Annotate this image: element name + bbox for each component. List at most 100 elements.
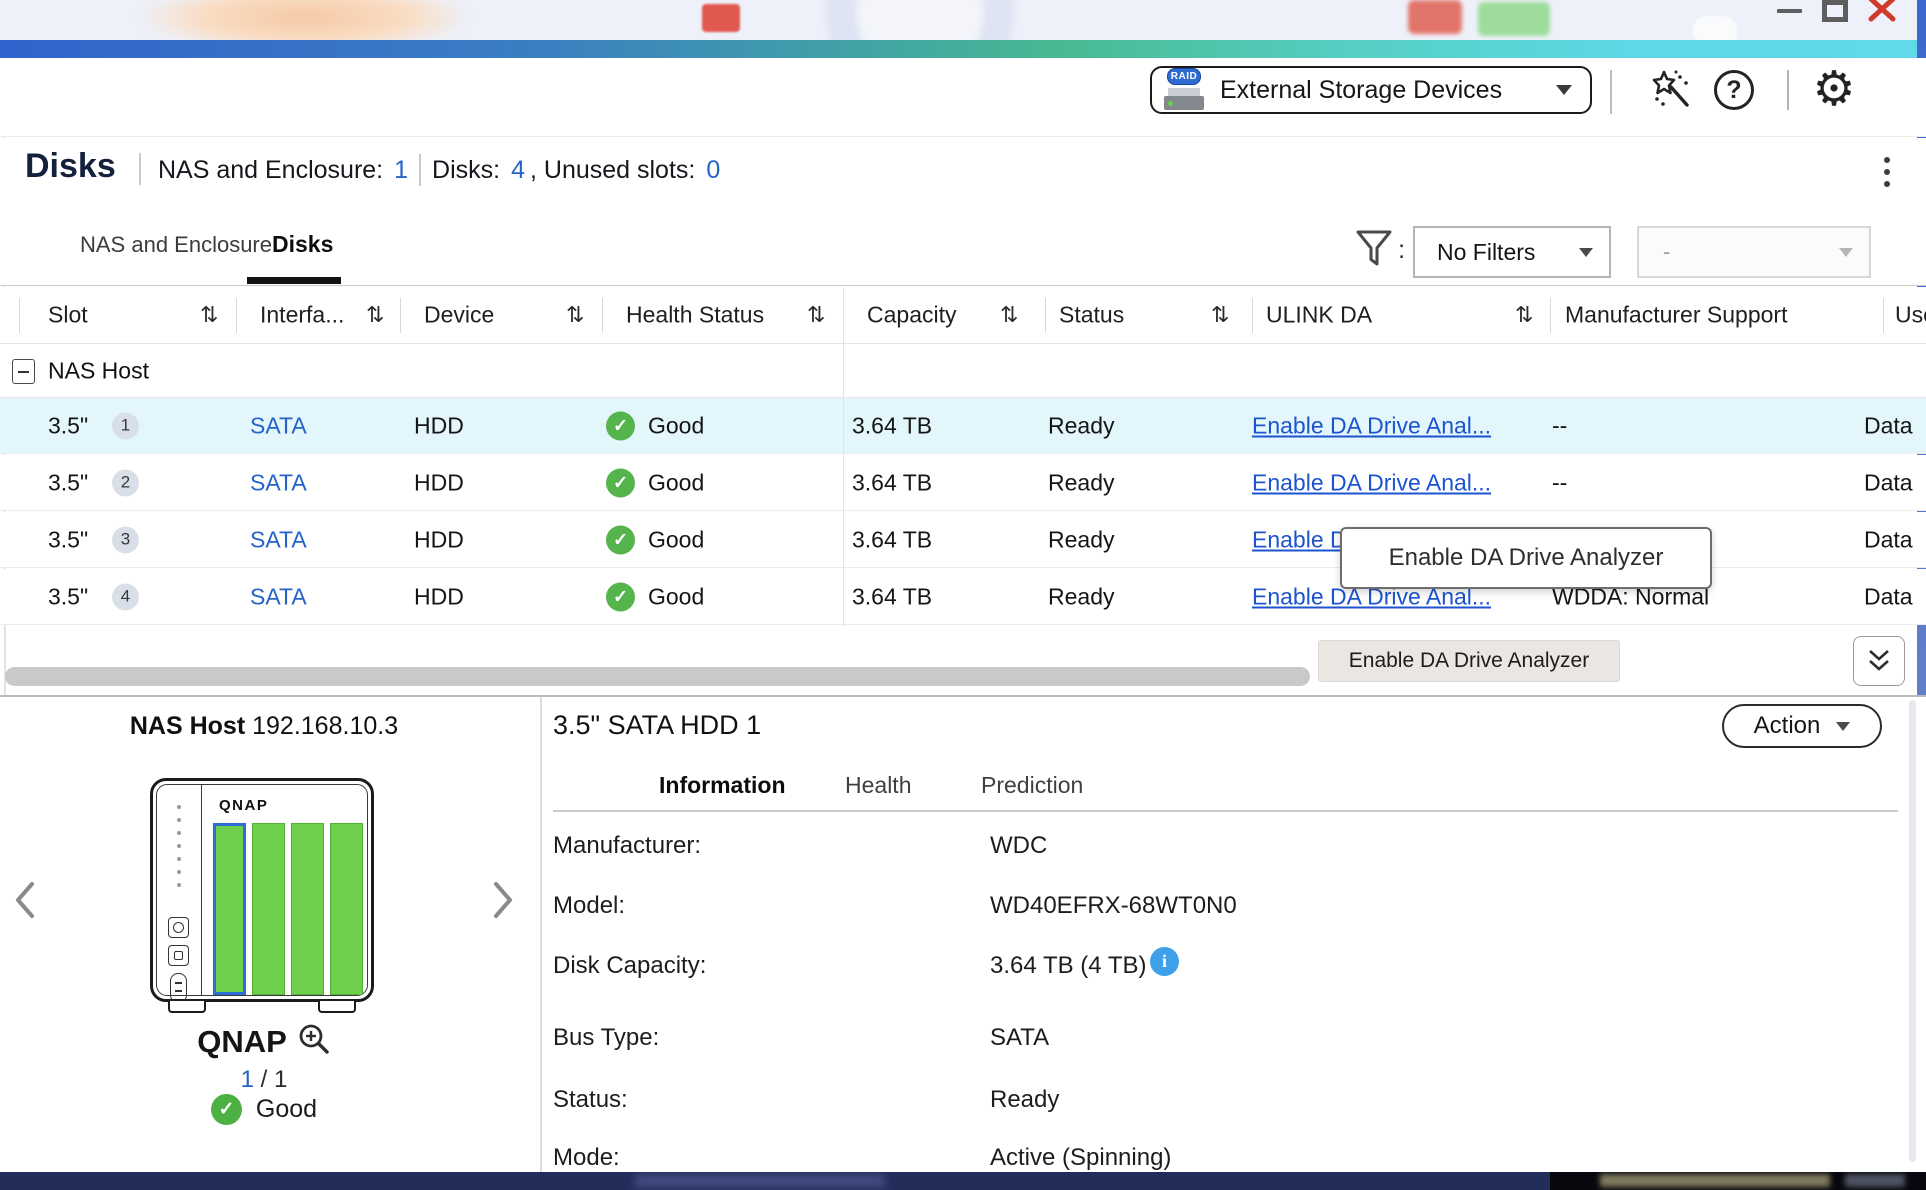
tab-nas-and-enclosure[interactable]: NAS and Enclosure (80, 232, 272, 258)
enclosure-status: ✓ Good (0, 1094, 528, 1125)
panel-vertical-divider (540, 697, 542, 1172)
drive-bay-1[interactable] (213, 823, 246, 995)
quick-setup-button[interactable] (1648, 66, 1696, 114)
slot-number-badge: 3 (112, 526, 139, 553)
drive-bay-4[interactable] (330, 823, 363, 995)
stat-disks-value[interactable]: 4 (511, 156, 525, 185)
device-cell: HDD (414, 583, 464, 610)
tab-information[interactable]: Information (659, 772, 786, 799)
field-value: WDC (990, 832, 1047, 860)
filter-dropdown[interactable]: No Filters (1413, 226, 1611, 278)
enclosure-name-row: QNAP (0, 1022, 528, 1061)
window-maximize-button[interactable] (1822, 0, 1848, 22)
drive-bay-2[interactable] (252, 823, 285, 995)
table-row[interactable]: 3.5" 1 SATA HDD ✓ Good 3.64 TB Ready Ena… (0, 398, 1926, 454)
sort-icon[interactable]: ⇅ (566, 302, 584, 328)
stat-enclosure-value[interactable]: 1 (394, 156, 408, 185)
desktop-blob (1408, 0, 1462, 34)
page-current: 1 (241, 1066, 254, 1093)
column-header-status[interactable]: Status (1059, 302, 1124, 329)
enclosure-status-label: Good (256, 1095, 317, 1124)
divider (0, 136, 1926, 137)
manufacturer-support-cell: -- (1552, 412, 1567, 439)
chevron-down-icon (1579, 248, 1593, 257)
slot-number-badge: 2 (112, 469, 139, 496)
status-good-icon: ✓ (211, 1094, 242, 1125)
column-header-capacity[interactable]: Capacity (867, 302, 956, 329)
settings-button[interactable]: ⚙ (1810, 66, 1858, 114)
action-button[interactable]: Action (1722, 704, 1882, 748)
desktop-blob (1693, 16, 1737, 40)
sort-icon[interactable]: ⇅ (1000, 302, 1018, 328)
tab-prediction[interactable]: Prediction (981, 772, 1083, 799)
field-value: Ready (990, 1086, 1059, 1114)
ulink-da-link[interactable]: Enable DA Drive Anal... (1252, 469, 1491, 496)
page-total: 1 (274, 1066, 287, 1093)
used-cell: Data (1864, 583, 1913, 610)
sort-icon[interactable]: ⇅ (200, 302, 218, 328)
minus-icon (18, 371, 29, 373)
help-button[interactable]: ? (1710, 66, 1758, 114)
slot-size: 3.5" (48, 412, 88, 439)
vertical-scrollbar[interactable] (1909, 700, 1916, 1162)
sort-icon[interactable]: ⇅ (807, 302, 825, 328)
window-minimize-button[interactable] (1777, 9, 1802, 13)
carousel-next-button[interactable] (486, 876, 520, 924)
capacity-cell: 3.64 TB (852, 412, 932, 439)
sort-icon[interactable]: ⇅ (1515, 302, 1533, 328)
slot-number-badge: 4 (112, 583, 139, 610)
gear-icon: ⚙ (1812, 66, 1855, 114)
window-close-button[interactable] (1868, 0, 1896, 22)
column-header-device[interactable]: Device (424, 302, 494, 329)
column-header-support[interactable]: Manufacturer Support (1565, 302, 1787, 329)
interface-cell: SATA (250, 583, 307, 610)
carousel-prev-button[interactable] (8, 876, 42, 924)
device-selector-dropdown[interactable]: RAID External Storage Devices (1150, 66, 1592, 114)
column-header-health[interactable]: Health Status (626, 302, 764, 329)
capacity-cell: 3.64 TB (852, 469, 932, 496)
chevron-left-icon (12, 878, 38, 922)
desktop-background (0, 0, 1926, 40)
desktop-blob (1478, 2, 1550, 36)
more-options-button[interactable] (1870, 150, 1904, 194)
field-label: Manufacturer: (553, 832, 701, 860)
interface-cell: SATA (250, 412, 307, 439)
device-foot (168, 1001, 206, 1013)
interface-cell: SATA (250, 469, 307, 496)
sort-icon[interactable]: ⇅ (1211, 302, 1229, 328)
hover-tooltip: Enable DA Drive Analyzer (1340, 527, 1712, 589)
panel-top-divider (0, 695, 1926, 697)
filter-secondary-dropdown[interactable]: - (1637, 226, 1871, 278)
column-header-slot[interactable]: Slot (48, 302, 88, 329)
raid-badge-label: RAID (1167, 68, 1201, 85)
device-foot (318, 1001, 356, 1013)
power-button-icon (168, 917, 189, 938)
nas-host-ip: 192.168.10.3 (252, 712, 398, 740)
chevron-down-icon (1836, 722, 1850, 731)
tab-health[interactable]: Health (845, 772, 911, 799)
column-header-interface[interactable]: Interfa... (260, 302, 344, 329)
enclosure-name: QNAP (197, 1024, 287, 1060)
drive-bay-3[interactable] (291, 823, 324, 995)
page-separator: / (261, 1066, 268, 1093)
column-header-ulink[interactable]: ULINK DA (1266, 302, 1372, 329)
collapse-group-button[interactable] (12, 359, 35, 384)
status-cell: Ready (1048, 412, 1114, 439)
health-good-icon: ✓ (606, 468, 635, 497)
tab-bar: NAS and Enclosure Disks : No Filters - (0, 202, 1926, 286)
collapse-panel-button[interactable] (1853, 636, 1905, 686)
table-row[interactable]: 3.5" 2 SATA HDD ✓ Good 3.64 TB Ready Ena… (0, 455, 1926, 511)
sort-icon[interactable]: ⇅ (366, 302, 384, 328)
info-icon[interactable]: i (1150, 947, 1179, 976)
column-header-used[interactable]: Used (1895, 302, 1926, 329)
stat-separator (419, 154, 421, 186)
desktop-blob (140, 0, 470, 40)
horizontal-scrollbar-thumb[interactable] (5, 667, 1310, 686)
used-cell: Data (1864, 469, 1913, 496)
tab-disks[interactable]: Disks (272, 231, 333, 258)
zoom-in-button[interactable] (297, 1022, 331, 1061)
ulink-da-link[interactable]: Enable DA Drive Anal... (1252, 412, 1491, 439)
slot-size: 3.5" (48, 469, 88, 496)
stat-unused-value[interactable]: 0 (706, 156, 720, 185)
magnifier-plus-icon (297, 1022, 331, 1056)
